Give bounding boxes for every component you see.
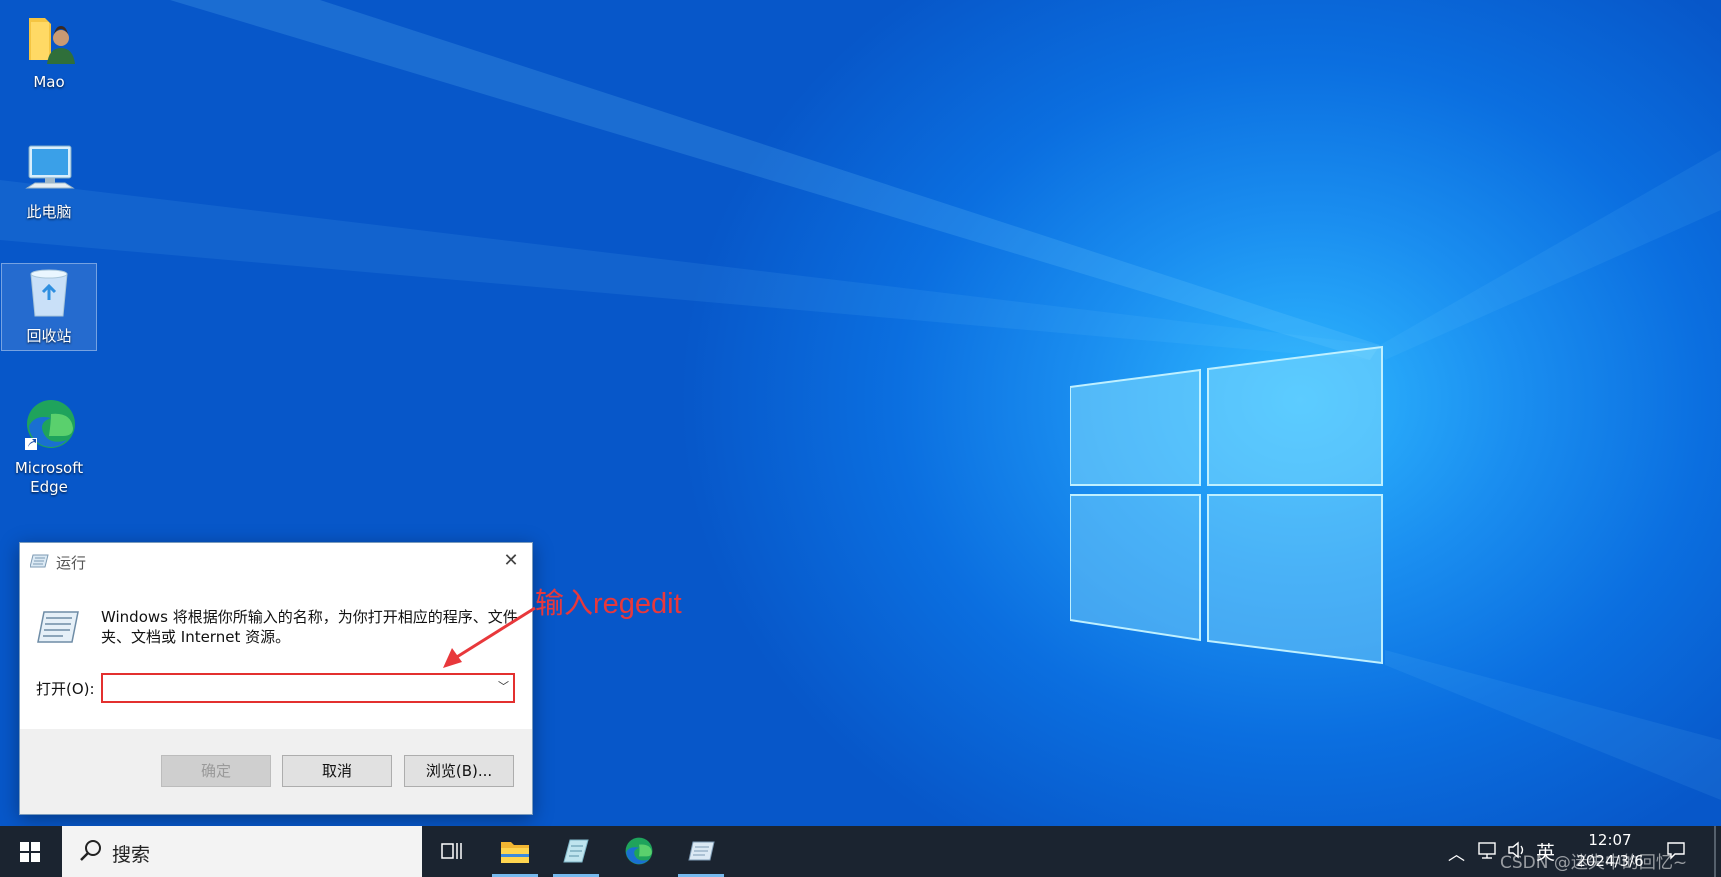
desktop[interactable]: Mao 此电脑 回收站 Microsoft Edge 运行 ✕ Windows … — [0, 0, 1721, 826]
start-button[interactable] — [0, 826, 62, 877]
show-desktop-button[interactable] — [1714, 826, 1716, 877]
taskbar-notepad[interactable] — [549, 826, 603, 877]
chevron-up-icon: ︿ — [1448, 845, 1465, 865]
search-placeholder: 搜索 — [112, 844, 151, 866]
taskbar-run[interactable] — [674, 826, 728, 877]
taskbar-edge[interactable] — [612, 826, 666, 877]
edge-icon — [625, 837, 653, 865]
windows-icon — [20, 842, 40, 862]
annotation-arrow — [443, 606, 536, 668]
search-icon — [80, 840, 101, 861]
taskbar: 搜索 ︿ 英 12:07 2024/3/6 — [0, 826, 1721, 877]
run-icon — [688, 841, 715, 861]
taskbar-search-box[interactable]: 搜索 — [62, 826, 422, 877]
task-view-icon — [441, 843, 462, 859]
watermark: CSDN @迷失中的回忆~ — [1500, 853, 1688, 873]
tray-network[interactable] — [1476, 839, 1500, 863]
taskbar-task-view[interactable] — [425, 826, 479, 877]
annotation-text: 输入regedit — [535, 588, 682, 620]
notepad-icon — [563, 839, 589, 863]
network-icon — [1478, 842, 1496, 859]
taskbar-file-explorer[interactable] — [488, 826, 542, 877]
file-explorer-icon — [501, 842, 529, 863]
tray-overflow-button[interactable]: ︿ — [1448, 840, 1468, 865]
